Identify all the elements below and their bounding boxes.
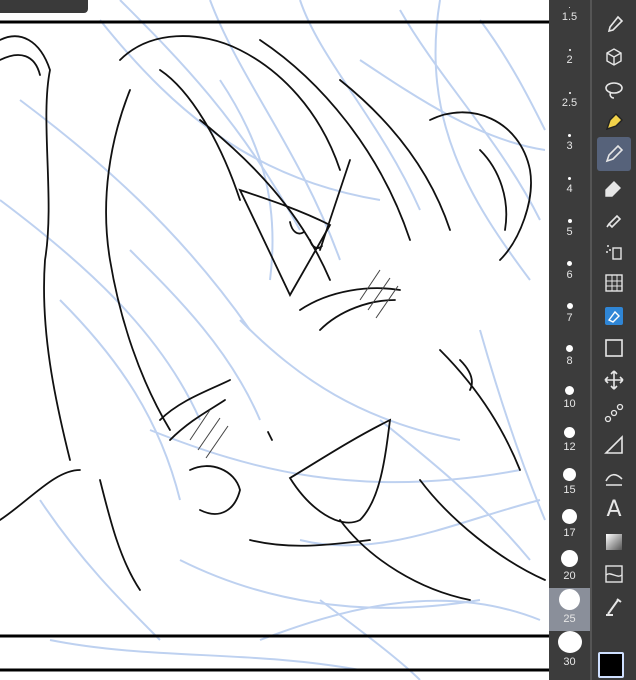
gradient-tool-button[interactable] — [597, 525, 631, 559]
move-tool-icon — [604, 370, 624, 390]
eyedropper-tool-button[interactable] — [597, 8, 631, 42]
brush-size-option[interactable]: 1.5 — [549, 0, 590, 29]
brush-size-option[interactable]: 8 — [549, 330, 590, 373]
frame-grid-tool-icon — [605, 274, 623, 292]
decoration-tool-button[interactable] — [597, 396, 631, 430]
brush-size-option[interactable]: 2 — [549, 29, 590, 72]
brush-size-preview-dot — [564, 427, 575, 438]
text-tool-icon: A — [606, 496, 622, 522]
eraser-tool-icon — [605, 181, 621, 197]
brush-size-label: 2.5 — [561, 97, 578, 109]
brush-size-preview-dot — [561, 550, 578, 567]
brush-size-option[interactable]: 12 — [549, 416, 590, 459]
ruler-tool-icon — [604, 435, 623, 454]
brush-size-option[interactable]: 3 — [549, 115, 590, 158]
brush-tool-button[interactable] — [597, 202, 631, 236]
brush-size-preview-dot — [562, 509, 577, 524]
brush-size-label: 1.5 — [561, 11, 578, 23]
brush-size-label: 7 — [566, 312, 573, 324]
brush-size-option[interactable]: 6 — [549, 244, 590, 287]
airbrush-tool-button[interactable] — [597, 234, 631, 268]
brush-size-preview-dot — [568, 92, 571, 94]
brush-size-preview-dot — [563, 468, 576, 481]
decoration-tool-icon — [604, 403, 624, 423]
brush-size-option[interactable]: 4 — [549, 158, 590, 201]
pencil-tool-icon — [605, 144, 624, 163]
brush-size-label: 10 — [563, 398, 576, 410]
brush-size-label: 2 — [566, 54, 573, 66]
brush-size-panel: 1.5 2 2.5 3 4 5 6 7 8 10 12 15 17 20 25 30 — [549, 0, 590, 680]
fill-tool-icon — [605, 307, 623, 325]
top-panel-overlay — [0, 0, 88, 13]
brush-size-preview-dot — [565, 386, 574, 395]
frame-grid-tool-button[interactable] — [597, 266, 631, 300]
brush-size-label: 15 — [563, 484, 576, 496]
brush-size-preview-dot — [566, 345, 573, 352]
brush-size-option[interactable]: 5 — [549, 201, 590, 244]
brush-size-option[interactable]: 10 — [549, 373, 590, 416]
brush-size-option[interactable]: 25 — [549, 588, 590, 631]
brush-size-label: 30 — [563, 656, 576, 668]
brush-size-preview-dot — [568, 177, 571, 180]
brush-size-preview-dot — [557, 631, 582, 653]
brush-size-preview-dot — [567, 261, 572, 266]
move-tool-button[interactable] — [597, 363, 631, 397]
brush-size-option[interactable]: 30 — [549, 631, 590, 674]
paint-tool-button[interactable] — [597, 589, 631, 623]
brush-size-label: 8 — [566, 355, 573, 367]
brush-size-label: 12 — [563, 441, 576, 453]
rectangle-tool-icon — [605, 339, 623, 357]
brush-size-preview-dot — [568, 134, 571, 137]
pen-tool-button[interactable] — [597, 105, 631, 139]
blend-tool-icon — [605, 565, 623, 583]
brush-size-option[interactable]: 2.5 — [549, 72, 590, 115]
pencil-tool-button[interactable] — [597, 137, 631, 171]
brush-size-label: 17 — [563, 527, 576, 539]
lasso-tool-icon — [605, 82, 623, 99]
tool-bar: A — [592, 0, 636, 680]
brush-size-preview-dot — [568, 49, 571, 51]
correct-line-tool-button[interactable] — [597, 460, 631, 494]
current-color-swatch[interactable] — [598, 652, 624, 678]
eraser-tool-button[interactable] — [597, 170, 631, 204]
brush-size-label: 25 — [563, 613, 576, 625]
brush-size-preview-dot — [567, 219, 572, 223]
rectangle-tool-button[interactable] — [597, 331, 631, 365]
gradient-tool-icon — [606, 534, 622, 550]
brush-size-preview-dot — [569, 7, 570, 8]
blend-tool-button[interactable] — [597, 557, 631, 591]
sketch-artwork — [0, 0, 549, 680]
brush-size-option[interactable]: 20 — [549, 545, 590, 588]
lasso-tool-button[interactable] — [597, 73, 631, 107]
brush-size-option[interactable]: 7 — [549, 287, 590, 330]
drawing-canvas[interactable] — [0, 0, 549, 680]
brush-size-option[interactable]: 17 — [549, 502, 590, 545]
brush-size-preview-dot — [566, 303, 573, 309]
text-tool-button[interactable]: A — [597, 492, 631, 526]
object-select-tool-button[interactable] — [597, 40, 631, 74]
eyedropper-tool-icon — [607, 15, 624, 33]
brush-size-label: 20 — [563, 570, 576, 582]
brush-size-preview-dot — [559, 589, 580, 610]
airbrush-tool-icon — [606, 245, 622, 260]
correct-line-tool-icon — [605, 473, 623, 486]
brush-size-label: 3 — [566, 140, 573, 152]
brush-size-label: 5 — [566, 226, 573, 238]
brush-tool-icon — [606, 214, 622, 229]
pen-tool-icon — [605, 113, 623, 131]
brush-size-label: 6 — [566, 269, 573, 281]
paint-tool-icon — [606, 598, 622, 616]
brush-size-option[interactable]: 15 — [549, 459, 590, 502]
brush-size-label: 4 — [566, 183, 573, 195]
fill-tool-button[interactable] — [597, 299, 631, 333]
object-select-tool-icon — [606, 48, 622, 66]
ruler-tool-button[interactable] — [597, 428, 631, 462]
